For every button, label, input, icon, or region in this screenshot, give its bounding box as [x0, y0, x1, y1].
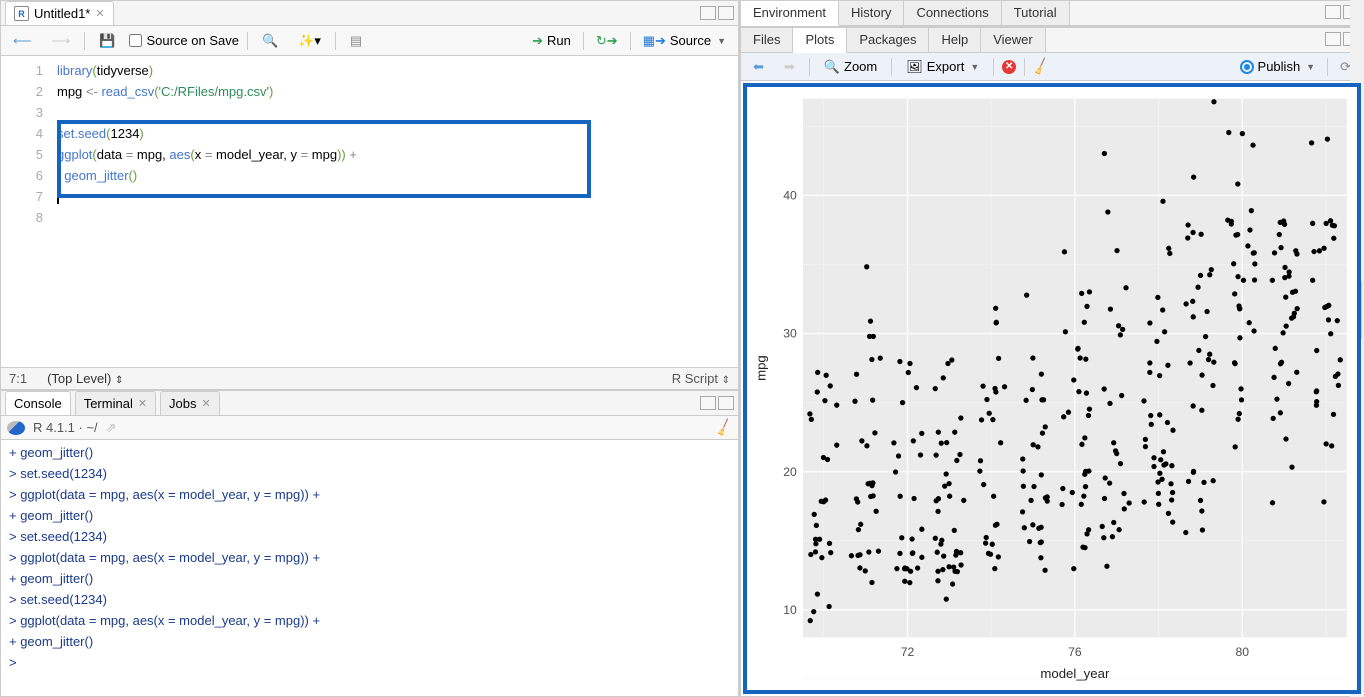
- code-area[interactable]: library(tidyverse)mpg <- read_csv('C:/RF…: [51, 56, 738, 367]
- forward-button[interactable]: ⟶: [46, 31, 77, 51]
- wand-button[interactable]: ✨▾: [292, 31, 327, 51]
- svg-text:model_year: model_year: [1040, 666, 1110, 681]
- r-logo-icon: [7, 421, 25, 435]
- pane-window-controls: [700, 6, 734, 20]
- close-icon[interactable]: ✕: [138, 397, 147, 410]
- outline-button[interactable]: ▤: [344, 31, 368, 51]
- svg-text:40: 40: [783, 189, 797, 203]
- source-statusbar: 7:1 (Top Level) ⇕ R Script ⇕: [1, 367, 738, 389]
- close-icon[interactable]: ✕: [202, 397, 211, 410]
- minimize-icon[interactable]: [700, 6, 716, 20]
- cursor-position: 7:1: [9, 371, 27, 386]
- console-pane: ConsoleTerminal✕Jobs✕ R 4.1.1 · ~/ ⇗ 🧹 +…: [0, 390, 739, 697]
- publish-button[interactable]: Publish▼: [1234, 57, 1322, 76]
- plots-pane: FilesPlotsPackagesHelpViewer ⬅ ➡ 🔍Zoom 🖼…: [740, 27, 1364, 697]
- broom-icon[interactable]: 🧹: [714, 417, 735, 438]
- save-button[interactable]: 💾: [93, 31, 121, 51]
- svg-text:10: 10: [783, 603, 797, 617]
- plot-area: 10 20 30 40 72 76 80 model_year mpg: [743, 83, 1361, 694]
- minimize-icon[interactable]: [700, 396, 716, 410]
- tab-plots[interactable]: Plots: [793, 28, 847, 53]
- tab-environment[interactable]: Environment: [741, 1, 839, 26]
- prev-plot-button[interactable]: ⬅: [747, 57, 770, 77]
- tab-packages[interactable]: Packages: [847, 28, 929, 52]
- tab-console[interactable]: Console: [5, 391, 71, 415]
- next-plot-button[interactable]: ➡: [778, 57, 801, 77]
- maximize-icon[interactable]: [718, 6, 734, 20]
- code-editor[interactable]: 12345678 library(tidyverse)mpg <- read_c…: [1, 56, 738, 367]
- gutter: 12345678: [1, 56, 51, 367]
- svg-text:20: 20: [783, 465, 797, 479]
- tab-history[interactable]: History: [839, 1, 904, 25]
- svg-text:80: 80: [1235, 645, 1249, 659]
- tab-help[interactable]: Help: [929, 28, 981, 52]
- source-on-save-checkbox[interactable]: Source on Save: [129, 33, 239, 48]
- export-button[interactable]: 🖼 Export▼: [900, 57, 985, 77]
- find-button[interactable]: 🔍: [256, 31, 284, 51]
- popout-icon[interactable]: ⇗: [106, 420, 117, 436]
- tab-jobs[interactable]: Jobs✕: [160, 391, 220, 415]
- source-button[interactable]: ▦➔Source▼: [637, 31, 732, 51]
- minimize-icon[interactable]: [1325, 32, 1341, 46]
- source-tabbar: R Untitled1* ✕: [1, 1, 738, 26]
- console-window-controls: [700, 396, 734, 410]
- svg-text:mpg: mpg: [753, 355, 768, 381]
- back-button[interactable]: ⟵: [7, 31, 38, 51]
- source-pane: R Untitled1* ✕ ⟵ ⟶ 💾 Source on Save 🔍 ✨▾…: [0, 0, 739, 390]
- console-tabbar: ConsoleTerminal✕Jobs✕: [1, 391, 738, 416]
- maximize-icon[interactable]: [718, 396, 734, 410]
- minimize-icon[interactable]: [1325, 5, 1341, 19]
- publish-icon: [1240, 60, 1254, 74]
- plot-toolbar: ⬅ ➡ 🔍Zoom 🖼 Export▼ ✕ 🧹 Publish▼ ⟳: [741, 53, 1363, 81]
- svg-text:30: 30: [783, 327, 797, 341]
- source-toolbar: ⟵ ⟶ 💾 Source on Save 🔍 ✨▾ ▤ ➔Run ↻➔ ▦➔So…: [1, 26, 738, 56]
- svg-text:76: 76: [1068, 645, 1082, 659]
- close-icon[interactable]: ✕: [95, 7, 104, 20]
- tab-terminal[interactable]: Terminal✕: [75, 391, 156, 415]
- console-output[interactable]: + geom_jitter()> set.seed(1234)> ggplot(…: [1, 440, 738, 696]
- source-tab[interactable]: R Untitled1* ✕: [5, 1, 114, 25]
- clear-plots-button[interactable]: 🧹: [1031, 56, 1052, 77]
- plot-tabs: FilesPlotsPackagesHelpViewer: [741, 28, 1363, 53]
- env-tabs: EnvironmentHistoryConnectionsTutorial: [741, 1, 1363, 26]
- scatter-plot: 10 20 30 40 72 76 80 model_year mpg: [747, 87, 1357, 690]
- scope-selector[interactable]: (Top Level) ⇕: [47, 371, 123, 386]
- tab-files[interactable]: Files: [741, 28, 793, 52]
- svg-text:72: 72: [901, 645, 915, 659]
- zoom-button[interactable]: 🔍Zoom: [818, 57, 883, 77]
- file-type[interactable]: R Script ⇕: [672, 371, 730, 386]
- remove-plot-button[interactable]: ✕: [1002, 60, 1016, 74]
- tab-connections[interactable]: Connections: [904, 1, 1001, 25]
- tab-tutorial[interactable]: Tutorial: [1002, 1, 1070, 25]
- r-version: R 4.1.1 · ~/: [33, 420, 98, 435]
- rerun-button[interactable]: ↻➔: [590, 31, 624, 51]
- r-file-icon: R: [14, 6, 29, 21]
- environment-pane: EnvironmentHistoryConnectionsTutorial: [740, 0, 1364, 27]
- tab-title: Untitled1*: [34, 6, 90, 21]
- run-button[interactable]: ➔Run: [526, 31, 577, 51]
- console-info-bar: R 4.1.1 · ~/ ⇗ 🧹: [1, 416, 738, 440]
- tab-viewer[interactable]: Viewer: [981, 28, 1046, 52]
